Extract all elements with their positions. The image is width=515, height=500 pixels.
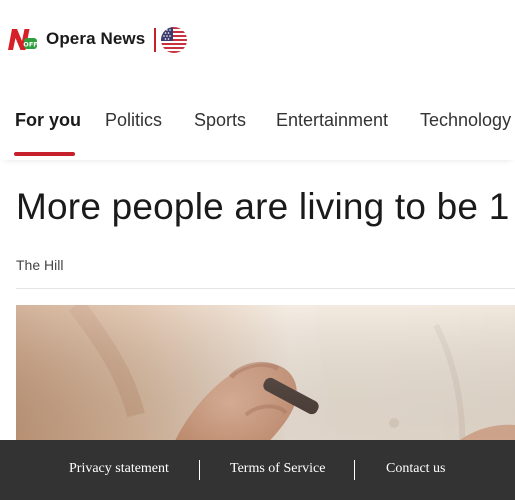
brand-name[interactable]: Opera News [46,29,145,49]
tab-for-you[interactable]: For you [15,110,81,131]
us-flag-icon[interactable] [161,27,187,53]
footer-separator [199,460,200,480]
article-headline: More people are living to be 1 [16,186,510,227]
opera-news-logo-icon[interactable]: OFF [6,26,38,52]
tab-sports[interactable]: Sports [194,110,246,131]
privacy-statement-link[interactable]: Privacy statement [69,461,169,477]
tab-entertainment[interactable]: Entertainment [276,110,388,131]
article-source[interactable]: The Hill [16,257,63,273]
active-tab-indicator [14,152,75,156]
svg-text:OFF: OFF [23,41,37,49]
brand-divider [154,28,156,52]
tab-politics[interactable]: Politics [105,110,162,131]
footer-separator [354,460,355,480]
divider [16,288,515,289]
page: OFF Opera News For you Politics Sports E… [0,0,515,500]
site-footer: Privacy statement Terms of Service Conta… [0,440,515,500]
site-header: OFF Opera News [0,0,515,80]
terms-of-service-link[interactable]: Terms of Service [230,461,325,477]
category-nav: For you Politics Sports Entertainment Te… [0,92,515,160]
contact-us-link[interactable]: Contact us [386,461,446,477]
tab-technology[interactable]: Technology [420,110,511,131]
